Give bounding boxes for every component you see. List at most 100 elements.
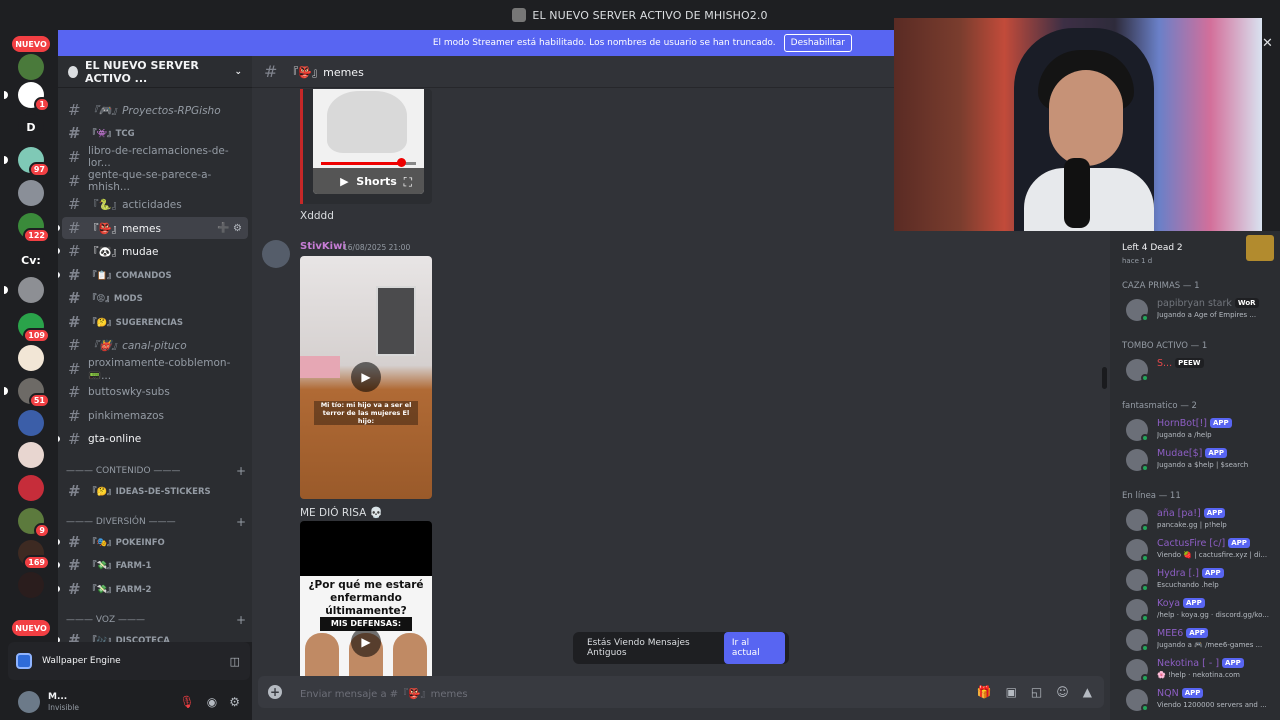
chevron-down-icon: ⌄ bbox=[234, 66, 242, 77]
gift-icon[interactable]: 🎁 bbox=[977, 685, 992, 699]
unread-indicator bbox=[58, 248, 60, 254]
server-icon[interactable]: 169 bbox=[18, 540, 50, 570]
channel-category[interactable]: ——— DIVERSIÓN ——— + bbox=[66, 514, 246, 530]
mention-badge: 109 bbox=[23, 328, 50, 343]
window-title: EL NUEVO SERVER ACTIVO DE MHISHO2.0 bbox=[532, 8, 768, 22]
emoji-icon[interactable]: ☺ bbox=[1056, 685, 1069, 699]
server-icon[interactable]: 51 bbox=[18, 378, 50, 408]
mic-muted-icon[interactable]: 🎙 bbox=[180, 695, 195, 709]
server-icon[interactable] bbox=[18, 345, 44, 371]
member-item[interactable]: Hydra [.] APP Escuchando .help bbox=[1122, 565, 1280, 593]
server-icon[interactable] bbox=[18, 442, 44, 468]
channel-category[interactable]: ——— VOZ ——— + bbox=[66, 612, 246, 628]
channel-item[interactable]: # buttoswky-subs bbox=[62, 381, 248, 403]
youtube-shorts-embed[interactable]: ▶ Shorts ⛶ bbox=[300, 89, 432, 204]
channel-item[interactable]: # 『🐍』acticidades bbox=[62, 193, 248, 215]
activity-panel[interactable]: Wallpaper Engine ◫ bbox=[8, 642, 250, 680]
add-attachment-icon[interactable]: + bbox=[268, 685, 282, 699]
server-icon[interactable] bbox=[18, 277, 44, 303]
new-servers-badge[interactable]: NUEVO bbox=[12, 36, 50, 52]
member-name: S... bbox=[1157, 358, 1173, 369]
message-author[interactable]: StivKiwi bbox=[300, 241, 346, 252]
close-icon[interactable]: ✕ bbox=[1262, 36, 1273, 51]
user-status: Invisible bbox=[48, 703, 79, 712]
play-icon[interactable]: ▶ bbox=[351, 627, 381, 657]
gif-icon[interactable]: ▣ bbox=[1006, 685, 1017, 699]
gear-icon[interactable]: ⚙ bbox=[229, 695, 240, 709]
channel-item[interactable]: # gta-online bbox=[62, 428, 248, 450]
member-item[interactable]: Mudae[$] APP Jugando a $help | $search bbox=[1122, 445, 1280, 473]
channel-category[interactable]: ——— CONTENIDO ——— + bbox=[66, 463, 246, 479]
member-tag: APP bbox=[1183, 598, 1205, 608]
member-activity: 🌸 !help · nekotina.com bbox=[1157, 671, 1240, 679]
channel-item[interactable]: # gente-que-se-parece-a-mhish... bbox=[62, 169, 248, 193]
channel-item[interactable]: # 『😡』MODS bbox=[62, 287, 248, 309]
server-icon[interactable] bbox=[18, 180, 44, 206]
member-group-header: CAZA PRIMAS — 1 bbox=[1122, 281, 1200, 291]
video-attachment[interactable]: ▶ Mi tío: mi hijo va a ser el terror de … bbox=[300, 256, 432, 499]
member-name: aña [pa!] bbox=[1157, 508, 1201, 519]
server-icon[interactable]: 1 bbox=[18, 82, 50, 112]
chat-scrollbar[interactable] bbox=[1102, 367, 1107, 389]
channel-item[interactable]: # 『📋』COMANDOS bbox=[62, 264, 248, 286]
member-item[interactable]: aña [pa!] APP pancake.gg | p!help bbox=[1122, 505, 1280, 533]
channel-item[interactable]: # 『🐼』mudae bbox=[62, 240, 248, 262]
jump-to-present-button[interactable]: Ir al actual bbox=[723, 632, 785, 664]
channel-item[interactable]: # 『💸』FARM-1 bbox=[62, 554, 248, 576]
video-question: ¿Por qué me estaré enfermando últimament… bbox=[308, 579, 424, 617]
member-item[interactable]: Koya APP/help · koya.gg · discord.gg/ko..… bbox=[1122, 595, 1280, 623]
channel-item[interactable]: # 『👺』memes ➕ ⚙ bbox=[62, 217, 248, 239]
avatar[interactable] bbox=[262, 240, 290, 268]
channel-item[interactable]: # 『👾』TCG bbox=[62, 122, 248, 144]
member-item[interactable]: NQN APP Viendo 1200000 servers and ... bbox=[1122, 685, 1280, 713]
add-channel-icon[interactable]: + bbox=[236, 464, 246, 478]
add-channel-icon[interactable]: + bbox=[236, 613, 246, 627]
server-icon[interactable] bbox=[18, 475, 44, 501]
member-item[interactable]: CactusFire [c/] APP Viendo 🍓 | cactusfire.… bbox=[1122, 535, 1280, 563]
message-composer[interactable]: + Enviar mensaje a #『👺』memes 🎁 ▣ ◱ ☺ ▲ bbox=[258, 676, 1104, 708]
member-activity: /help · koya.gg · discord.gg/ko... bbox=[1157, 611, 1269, 619]
member-item[interactable]: papibryan stark WoR Jugando a Age of Empir… bbox=[1122, 295, 1280, 323]
member-tag: PEEW bbox=[1175, 358, 1204, 368]
channel-item[interactable]: # pinkimemazos bbox=[62, 405, 248, 427]
member-item[interactable]: Nekotina [ - ] APP 🌸 !help · nekotina.com bbox=[1122, 655, 1280, 683]
add-channel-icon[interactable]: + bbox=[236, 515, 246, 529]
member-item[interactable]: S... PEEW bbox=[1122, 355, 1280, 383]
composer-placeholder[interactable]: Enviar mensaje a #『👺』memes bbox=[300, 685, 468, 700]
server-icon[interactable]: 97 bbox=[18, 147, 50, 177]
server-icon[interactable] bbox=[18, 572, 44, 598]
channel-item[interactable]: # 『🤔』IDEAS-DE-STICKERS bbox=[62, 480, 248, 502]
channel-item[interactable]: # 『👹』canal-pituco bbox=[62, 334, 248, 356]
member-item[interactable]: HornBot[!] APP Jugando a /help bbox=[1122, 415, 1280, 443]
server-header[interactable]: EL NUEVO SERVER ACTIVO ... ⌄ bbox=[58, 56, 252, 88]
channel-item[interactable]: # 『💸』FARM-2 bbox=[62, 578, 248, 600]
channel-item[interactable]: # 『🎭』POKEINFO bbox=[62, 531, 248, 553]
server-icon[interactable]: 9 bbox=[18, 508, 50, 538]
apps-icon[interactable]: ▲ bbox=[1083, 685, 1092, 699]
unread-indicator bbox=[58, 225, 60, 231]
server-icon[interactable] bbox=[18, 54, 44, 80]
channel-settings-icon[interactable]: ➕ ⚙ bbox=[217, 223, 242, 234]
channel-item[interactable]: # libro-de-reclamaciones-de-lor... bbox=[62, 145, 248, 169]
server-icon[interactable]: 122 bbox=[18, 213, 50, 243]
disable-streamer-button[interactable]: Deshabilitar bbox=[783, 34, 852, 52]
server-icon[interactable] bbox=[18, 410, 44, 436]
server-icon[interactable]: 109 bbox=[18, 313, 50, 343]
screen-share-icon[interactable]: ◫ bbox=[230, 655, 240, 668]
avatar[interactable] bbox=[18, 691, 40, 713]
channel-item[interactable]: # 『🎮』Proyectos-RPGisho bbox=[62, 99, 248, 121]
fullscreen-icon[interactable]: ⛶ bbox=[404, 175, 412, 190]
channel-item[interactable]: # proximamente-cobblemon-📟... bbox=[62, 357, 248, 382]
video-attachment[interactable]: ¿Por qué me estaré enfermando últimament… bbox=[300, 521, 432, 676]
channel-item[interactable]: # 『🎶』DISCOTECA bbox=[62, 629, 248, 642]
server-icon[interactable]: Cv: bbox=[18, 247, 44, 273]
server-icon[interactable]: D bbox=[18, 114, 44, 140]
headphones-icon[interactable]: ◉ bbox=[207, 695, 217, 709]
new-servers-badge[interactable]: NUEVO bbox=[12, 620, 50, 636]
hash-icon: # bbox=[68, 360, 81, 378]
play-icon[interactable]: ▶ bbox=[351, 362, 381, 392]
progress-knob[interactable] bbox=[397, 158, 406, 167]
sticker-icon[interactable]: ◱ bbox=[1031, 685, 1042, 699]
channel-item[interactable]: # 『🤔』SUGERENCIAS bbox=[62, 311, 248, 333]
member-item[interactable]: MEE6 APP Jugando a 🎮 /mee6-games ... bbox=[1122, 625, 1280, 653]
